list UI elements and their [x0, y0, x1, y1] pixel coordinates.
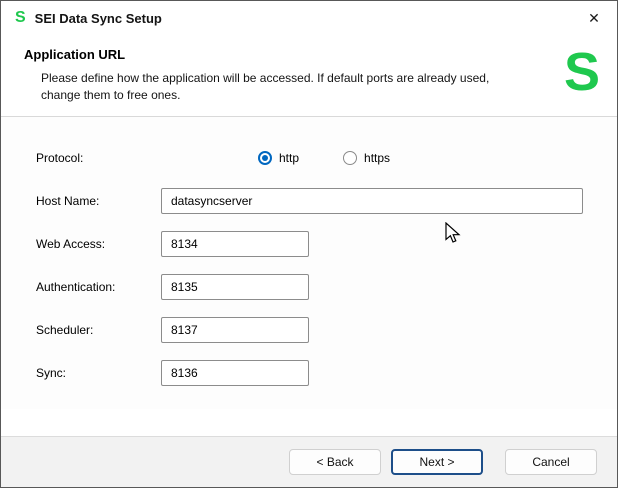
scheduler-row: Scheduler:: [36, 317, 617, 343]
sync-label: Sync:: [36, 366, 161, 380]
radio-https-control[interactable]: [343, 151, 357, 165]
sync-row: Sync:: [36, 360, 617, 386]
radio-http-label: http: [279, 151, 299, 165]
next-button[interactable]: Next >: [391, 449, 483, 475]
scheduler-label: Scheduler:: [36, 323, 161, 337]
close-icon[interactable]: ✕: [571, 1, 617, 35]
host-name-label: Host Name:: [36, 194, 161, 208]
host-name-row: Host Name:: [36, 188, 617, 214]
titlebar[interactable]: S SEI Data Sync Setup ✕: [1, 1, 617, 35]
authentication-port-input[interactable]: [161, 274, 309, 300]
cancel-button[interactable]: Cancel: [505, 449, 597, 475]
footer-bar: < Back Next > Cancel: [1, 436, 617, 487]
setup-window: S SEI Data Sync Setup ✕ Application URL …: [0, 0, 618, 488]
page-description: Please define how the application will b…: [41, 70, 496, 104]
back-button[interactable]: < Back: [289, 449, 381, 475]
app-icon: S: [15, 10, 26, 26]
scheduler-port-input[interactable]: [161, 317, 309, 343]
wizard-header: Application URL Please define how the ap…: [1, 35, 617, 117]
sync-port-input[interactable]: [161, 360, 309, 386]
radio-option-http[interactable]: http: [258, 151, 299, 165]
web-access-port-input[interactable]: [161, 231, 309, 257]
authentication-row: Authentication:: [36, 274, 617, 300]
window-title: SEI Data Sync Setup: [35, 11, 162, 26]
radio-option-https[interactable]: https: [343, 151, 390, 165]
protocol-row: Protocol: http https: [36, 145, 617, 171]
radio-http-control[interactable]: [258, 151, 272, 165]
authentication-label: Authentication:: [36, 280, 161, 294]
form-body: Protocol: http https Host Name: Web Acce…: [1, 117, 617, 409]
sei-logo: S: [564, 47, 600, 98]
host-name-input[interactable]: [161, 188, 583, 214]
page-title: Application URL: [24, 47, 527, 62]
protocol-label: Protocol:: [36, 151, 161, 165]
web-access-row: Web Access:: [36, 231, 617, 257]
web-access-label: Web Access:: [36, 237, 161, 251]
radio-https-label: https: [364, 151, 390, 165]
